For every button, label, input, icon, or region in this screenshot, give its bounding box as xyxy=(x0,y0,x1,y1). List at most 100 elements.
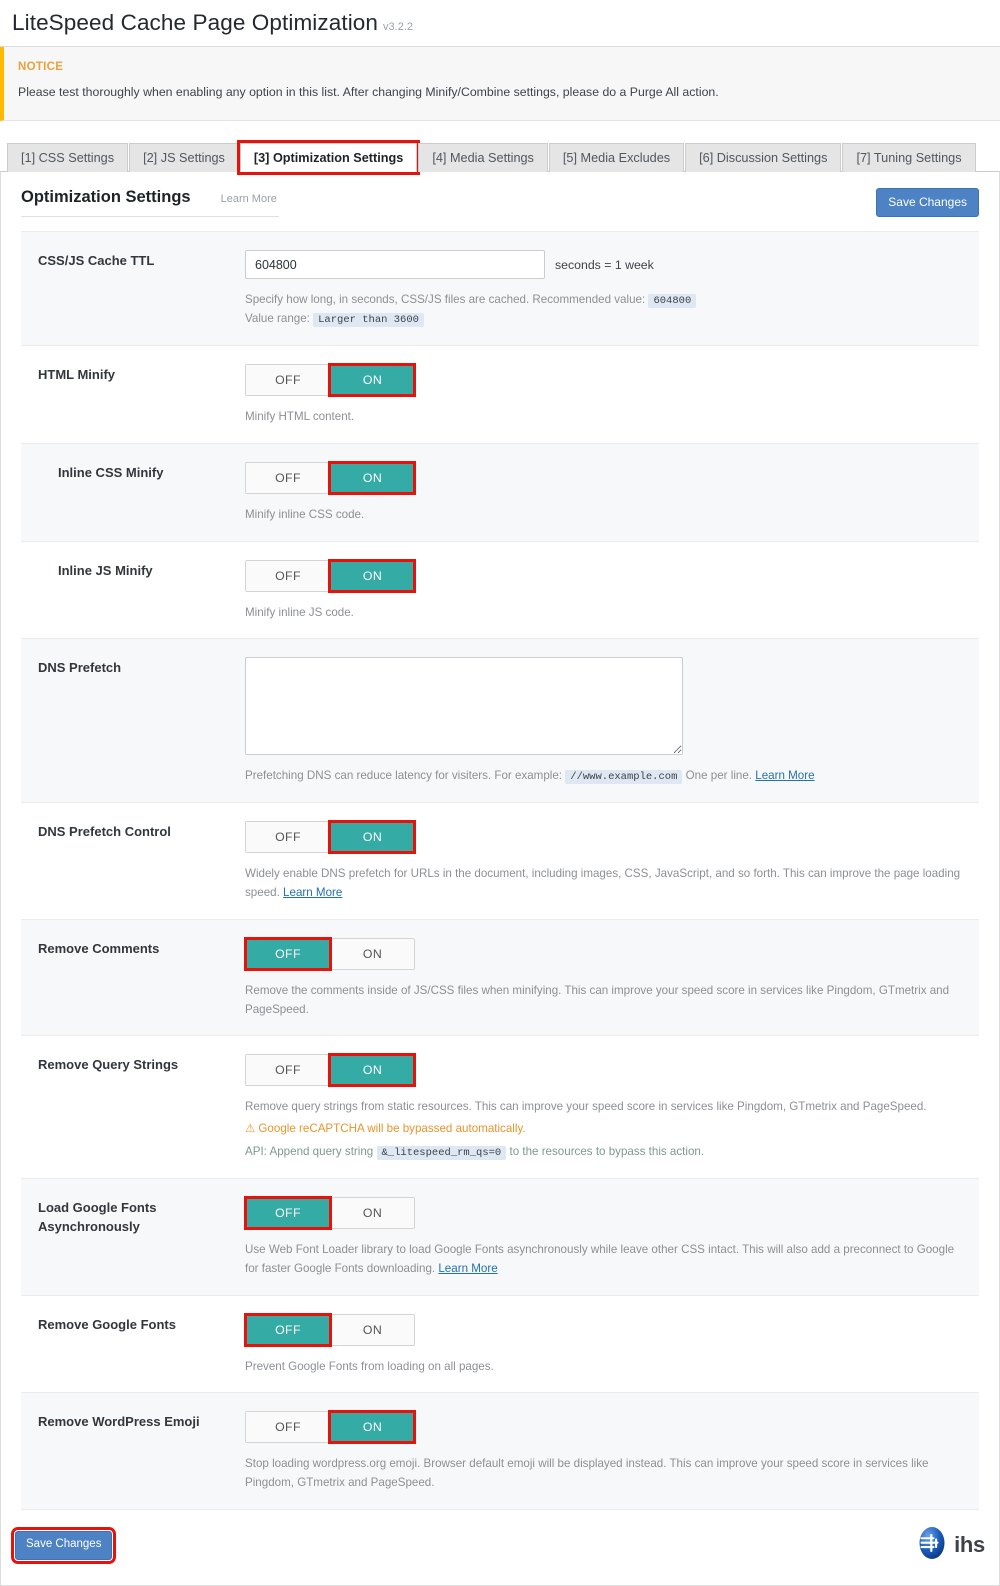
inline-js-minify-description: Minify inline JS code. xyxy=(245,605,354,619)
remove-query-strings-toggle[interactable]: OFF ON xyxy=(245,1053,416,1088)
ttl-recommended-code: 604800 xyxy=(648,294,697,308)
page-version: v3.2.2 xyxy=(383,21,413,33)
load-google-fonts-async-toggle[interactable]: OFF ON xyxy=(244,1196,415,1231)
remove-query-strings-off[interactable]: OFF xyxy=(246,1055,330,1086)
brand-name: ihs xyxy=(954,1532,985,1558)
dns-prefetch-textarea[interactable] xyxy=(245,657,683,756)
load-google-fonts-async-on[interactable]: ON xyxy=(330,1198,414,1229)
load-google-fonts-async-off[interactable]: OFF xyxy=(244,1196,332,1231)
html-minify-toggle[interactable]: OFF ON xyxy=(245,363,416,397)
tab-tuning-settings[interactable]: [7] Tuning Settings xyxy=(842,143,976,172)
remove-comments-off[interactable]: OFF xyxy=(244,936,332,971)
setting-row-css-js-cache-ttl: CSS/JS Cache TTL seconds = 1 week Specif… xyxy=(21,232,979,346)
setting-row-inline-js-minify: Inline JS Minify OFF ON Minify inline JS… xyxy=(21,541,979,640)
inline-js-minify-on[interactable]: ON xyxy=(328,558,416,593)
setting-label-remove-query-strings: Remove Query Strings xyxy=(38,1057,179,1073)
save-changes-button-top[interactable]: Save Changes xyxy=(876,188,979,217)
api-note-code: &_litespeed_rm_qs=0 xyxy=(376,1146,507,1161)
setting-label-inline-css-minify: Inline CSS Minify xyxy=(58,464,164,480)
load-google-fonts-async-learn-more-link[interactable]: Learn More xyxy=(438,1262,497,1275)
setting-label-dns-prefetch-control: DNS Prefetch Control xyxy=(38,824,171,840)
dns-prefetch-example-code: //www.example.com xyxy=(565,770,683,785)
card-header: Optimization Settings Learn More Save Ch… xyxy=(1,172,999,217)
ttl-range-code: Larger than 3600 xyxy=(313,313,424,327)
dns-prefetch-control-description: Widely enable DNS prefetch for URLs in t… xyxy=(245,865,969,903)
dns-prefetch-control-learn-more-link[interactable]: Learn More xyxy=(283,886,342,899)
tab-media-settings[interactable]: [4] Media Settings xyxy=(418,143,548,172)
ttl-range-text: Value range: xyxy=(245,312,310,325)
tab-bar: [1] CSS Settings [2] JS Settings [3] Opt… xyxy=(0,140,1000,175)
ttl-description: Specify how long, in seconds, CSS/JS fil… xyxy=(245,291,969,329)
tab-optimization-settings[interactable]: [3] Optimization Settings xyxy=(236,140,421,175)
remove-wordpress-emoji-description: Stop loading wordpress.org emoji. Browse… xyxy=(245,1457,929,1490)
tab-media-excludes[interactable]: [5] Media Excludes xyxy=(548,143,685,172)
dns-prefetch-control-on[interactable]: ON xyxy=(328,820,416,855)
dns-prefetch-learn-more-link[interactable]: Learn More xyxy=(755,769,814,782)
ttl-unit-label: seconds = 1 week xyxy=(555,257,654,272)
dns-prefetch-control-toggle[interactable]: OFF ON xyxy=(245,820,416,855)
setting-label-dns-prefetch: DNS Prefetch xyxy=(38,660,122,676)
notice-label: NOTICE xyxy=(18,61,64,73)
remove-comments-toggle[interactable]: OFF ON xyxy=(244,936,415,971)
setting-label-load-google-fonts-async: Load Google Fonts Asynchronously xyxy=(38,1200,157,1234)
setting-label-remove-comments: Remove Comments xyxy=(38,940,160,956)
setting-row-remove-google-fonts: Remove Google Fonts OFF ON Prevent Googl… xyxy=(21,1295,979,1394)
remove-query-strings-description: Remove query strings from static resourc… xyxy=(245,1098,969,1162)
remove-google-fonts-toggle[interactable]: OFF ON xyxy=(244,1312,415,1347)
remove-query-strings-warning: ⚠ Google reCAPTCHA will be bypassed autom… xyxy=(245,1120,969,1139)
dns-prefetch-control-off[interactable]: OFF xyxy=(246,822,330,853)
remove-query-strings-warning-text: Google reCAPTCHA will be bypassed automa… xyxy=(258,1122,526,1136)
setting-label-remove-wordpress-emoji: Remove WordPress Emoji xyxy=(38,1414,200,1430)
setting-row-remove-wordpress-emoji: Remove WordPress Emoji OFF ON Stop loadi… xyxy=(21,1393,979,1510)
html-minify-off[interactable]: OFF xyxy=(246,365,330,395)
setting-row-remove-comments: Remove Comments OFF ON Remove the commen… xyxy=(21,919,979,1037)
setting-row-dns-prefetch-control: DNS Prefetch Control OFF ON Widely enabl… xyxy=(21,803,979,920)
setting-row-html-minify: HTML Minify OFF ON Minify HTML content. xyxy=(21,346,979,444)
remove-comments-description: Remove the comments inside of JS/CSS fil… xyxy=(245,983,950,1016)
inline-js-minify-off[interactable]: OFF xyxy=(246,560,330,591)
inline-js-minify-toggle[interactable]: OFF ON xyxy=(245,558,416,593)
tab-css-settings[interactable]: [1] CSS Settings xyxy=(7,143,129,172)
html-minify-on[interactable]: ON xyxy=(328,363,416,397)
remove-wordpress-emoji-off[interactable]: OFF xyxy=(246,1412,330,1443)
inline-css-minify-toggle[interactable]: OFF ON xyxy=(245,460,416,495)
remove-query-strings-on[interactable]: ON xyxy=(328,1053,416,1088)
learn-more-link[interactable]: Learn More xyxy=(221,193,277,205)
html-minify-description: Minify HTML content. xyxy=(245,410,355,423)
css-js-cache-ttl-input[interactable] xyxy=(245,250,545,279)
settings-list: CSS/JS Cache TTL seconds = 1 week Specif… xyxy=(21,231,979,1510)
tab-js-settings[interactable]: [2] JS Settings xyxy=(129,143,239,172)
remove-google-fonts-off[interactable]: OFF xyxy=(244,1312,332,1347)
remove-comments-on[interactable]: ON xyxy=(330,938,414,969)
api-note-suffix: to the resources to bypass this action. xyxy=(509,1145,705,1159)
card-footer: Save Changes ihs xyxy=(1,1510,999,1565)
setting-row-remove-query-strings: Remove Query Strings OFF ON Remove query… xyxy=(21,1036,979,1180)
notice-text: Please test thoroughly when enabling any… xyxy=(18,85,719,99)
dns-prefetch-description: Prefetching DNS can reduce latency for v… xyxy=(245,767,969,786)
setting-label-css-js-cache-ttl: CSS/JS Cache TTL xyxy=(38,253,155,268)
api-note-prefix: API: Append query string xyxy=(245,1145,374,1159)
dns-prefetch-control-desc-text: Widely enable DNS prefetch for URLs in t… xyxy=(245,867,961,900)
ttl-desc-text: Specify how long, in seconds, CSS/JS fil… xyxy=(245,293,646,306)
inline-css-minify-on[interactable]: ON xyxy=(328,460,416,495)
settings-card: Optimization Settings Learn More Save Ch… xyxy=(0,172,1000,1586)
remove-query-strings-desc-text: Remove query strings from static resourc… xyxy=(245,1100,927,1114)
warning-triangle-icon: ⚠ xyxy=(245,1122,256,1136)
notice-banner: NOTICE Please test thoroughly when enabl… xyxy=(0,47,1000,121)
tab-discussion-settings[interactable]: [6] Discussion Settings xyxy=(685,143,842,172)
dns-prefetch-desc-text: Prefetching DNS can reduce latency for v… xyxy=(245,769,563,783)
page-title: LiteSpeed Cache Page Optimization xyxy=(12,10,379,35)
inline-css-minify-off[interactable]: OFF xyxy=(246,462,330,493)
load-google-fonts-async-desc-text: Use Web Font Loader library to load Goog… xyxy=(245,1243,955,1275)
card-header-left: Optimization Settings Learn More xyxy=(21,188,279,217)
remove-wordpress-emoji-toggle[interactable]: OFF ON xyxy=(245,1410,416,1445)
remove-google-fonts-on[interactable]: ON xyxy=(330,1314,414,1345)
remove-query-strings-api-note: API: Append query string &_litespeed_rm_… xyxy=(245,1143,969,1162)
setting-label-inline-js-minify: Inline JS Minify xyxy=(58,562,153,578)
remove-wordpress-emoji-on[interactable]: ON xyxy=(328,1410,416,1445)
page-header: LiteSpeed Cache Page Optimization v3.2.2 xyxy=(0,0,1000,47)
save-changes-button-bottom[interactable]: Save Changes xyxy=(10,1527,117,1564)
load-google-fonts-async-description: Use Web Font Loader library to load Goog… xyxy=(245,1241,969,1279)
section-title: Optimization Settings xyxy=(21,188,191,206)
inline-css-minify-description: Minify inline CSS code. xyxy=(245,507,365,521)
